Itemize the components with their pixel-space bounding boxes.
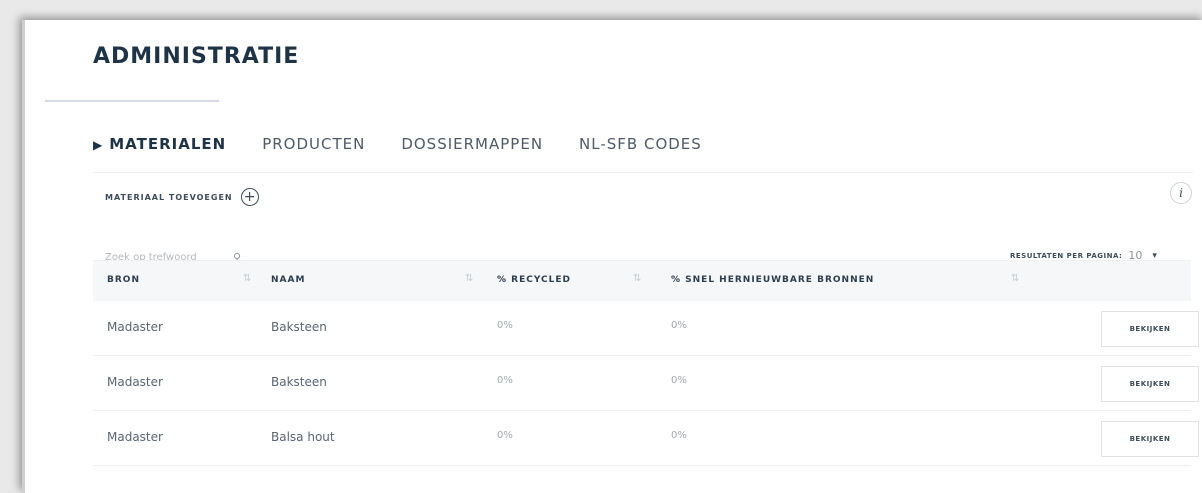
per-page-label: RESULTATEN PER PAGINA: bbox=[1010, 251, 1123, 260]
chevron-down-icon[interactable]: ▾ bbox=[1152, 251, 1157, 261]
sort-icon[interactable]: ⇅ bbox=[1011, 273, 1019, 284]
view-button[interactable]: BEKIJKEN bbox=[1101, 311, 1199, 347]
tabs-divider bbox=[93, 172, 1193, 173]
cell-naam: Balsa hout bbox=[271, 430, 335, 444]
table-header: BRON ⇅ NAAM ⇅ % RECYCLED ⇅ % SNEL HERNIE… bbox=[93, 260, 1191, 301]
tab-dossiermappen[interactable]: DOSSIERMAPPEN bbox=[401, 135, 543, 153]
cell-recycled: 0% bbox=[497, 430, 513, 441]
cell-bron: Madaster bbox=[107, 375, 163, 389]
cell-snel: 0% bbox=[671, 430, 687, 441]
tab-nl-sfb-codes[interactable]: NL-SFB CODES bbox=[579, 135, 702, 153]
page-title: ADMINISTRATIE bbox=[93, 44, 300, 69]
column-header-naam[interactable]: NAAM bbox=[271, 275, 305, 285]
view-button[interactable]: BEKIJKEN bbox=[1101, 366, 1199, 402]
info-icon[interactable]: i bbox=[1170, 182, 1192, 204]
column-header-bron[interactable]: BRON bbox=[107, 275, 140, 285]
column-header-recycled[interactable]: % RECYCLED bbox=[497, 275, 571, 285]
cell-snel: 0% bbox=[671, 320, 687, 331]
add-material: MATERIAAL TOEVOEGEN + bbox=[105, 188, 259, 206]
table-row: Madaster Baksteen 0% 0% BEKIJKEN bbox=[93, 301, 1199, 356]
sort-icon[interactable]: ⇅ bbox=[243, 273, 251, 284]
tab-bar: ▶ MATERIALEN PRODUCTEN DOSSIERMAPPEN NL-S… bbox=[93, 135, 702, 153]
cell-recycled: 0% bbox=[497, 320, 513, 331]
active-tab-arrow-icon: ▶ bbox=[93, 138, 104, 152]
tab-label: MATERIALEN bbox=[109, 135, 227, 153]
column-header-snel-hernieuwbaar[interactable]: % SNEL HERNIEUWBARE BRONNEN bbox=[671, 275, 874, 285]
cell-bron: Madaster bbox=[107, 430, 163, 444]
sort-icon[interactable]: ⇅ bbox=[633, 273, 641, 284]
table-row: Madaster Balsa hout 0% 0% BEKIJKEN bbox=[93, 411, 1199, 466]
cell-naam: Baksteen bbox=[271, 375, 327, 389]
table-row: Madaster Baksteen 0% 0% BEKIJKEN bbox=[93, 356, 1199, 411]
cell-snel: 0% bbox=[671, 375, 687, 386]
plus-circle-icon[interactable]: + bbox=[240, 188, 259, 206]
sort-icon[interactable]: ⇅ bbox=[465, 273, 473, 284]
title-divider bbox=[45, 100, 219, 102]
cell-bron: Madaster bbox=[107, 320, 163, 334]
cell-recycled: 0% bbox=[497, 375, 513, 386]
tab-materialen[interactable]: ▶ MATERIALEN bbox=[93, 135, 226, 153]
tab-producten[interactable]: PRODUCTEN bbox=[262, 135, 365, 153]
admin-panel: ADMINISTRATIE ▶ MATERIALEN PRODUCTEN DOSS… bbox=[22, 20, 1202, 493]
view-button[interactable]: BEKIJKEN bbox=[1101, 421, 1199, 457]
cell-naam: Baksteen bbox=[271, 320, 327, 334]
add-material-label: MATERIAAL TOEVOEGEN bbox=[105, 192, 233, 202]
